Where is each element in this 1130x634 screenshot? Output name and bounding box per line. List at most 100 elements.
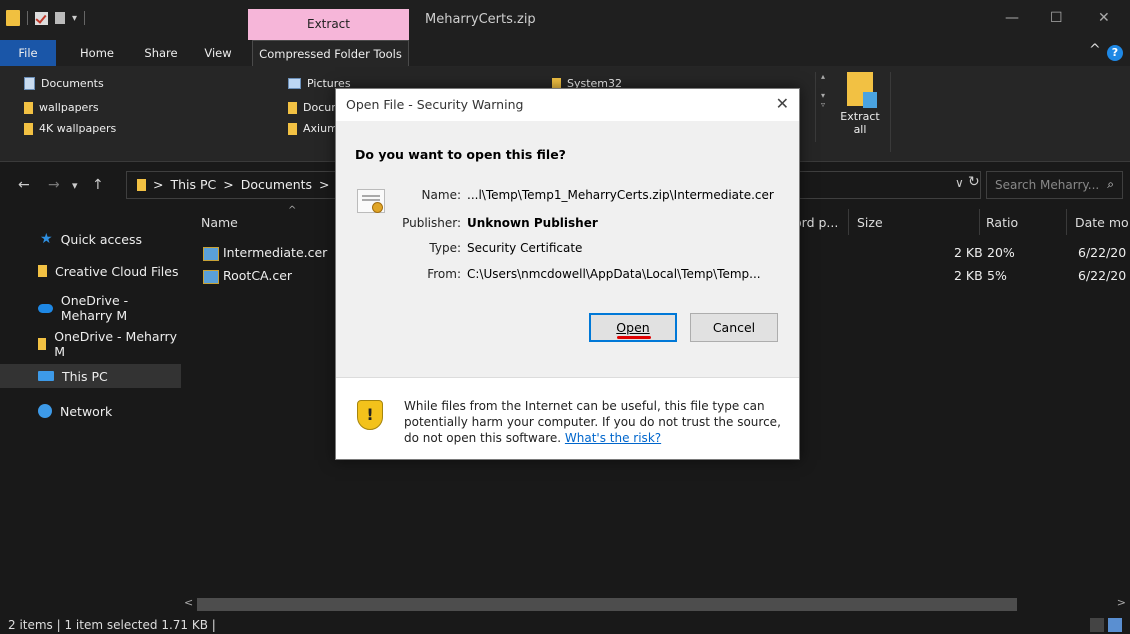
extract-all-label: Extract	[840, 110, 880, 123]
toolbar-divider	[84, 11, 86, 25]
tab-file[interactable]: File	[0, 40, 56, 66]
extract-all-label: all	[853, 123, 867, 136]
tab-share[interactable]: Share	[138, 40, 184, 66]
navigation-pane: ★ Quick access Creative Cloud Files OneD…	[0, 207, 181, 617]
folder-icon	[38, 338, 47, 350]
nav-creative-cloud-files[interactable]: Creative Cloud Files	[0, 259, 181, 283]
column-header-password[interactable]: ord p...	[794, 215, 838, 230]
column-header-date[interactable]: Date mo	[1075, 215, 1129, 230]
ribbon-tabs: File Home Share View Compressed Folder T…	[0, 40, 1130, 66]
nav-quick-access[interactable]: ★ Quick access	[0, 227, 181, 251]
scroll-up-icon[interactable]: ▴	[816, 72, 830, 81]
file-name: RootCA.cer	[223, 268, 293, 283]
horizontal-scrollbar[interactable]: < >	[181, 596, 1130, 613]
name-label: Name:	[421, 188, 461, 202]
back-button[interactable]: ←	[18, 177, 30, 193]
details-view-icon[interactable]	[1090, 618, 1104, 632]
minimize-button[interactable]: —	[1005, 10, 1019, 26]
warning-text: While files from the Internet can be use…	[404, 398, 784, 446]
breadcrumb-documents[interactable]: Documents	[241, 177, 312, 192]
address-dropdown-icon[interactable]: ∨	[955, 176, 964, 190]
nav-item-label: Network	[60, 403, 113, 419]
nav-onedrive-2[interactable]: OneDrive - Meharry M	[0, 329, 181, 359]
dialog-question: Do you want to open this file?	[355, 147, 566, 162]
column-divider[interactable]	[848, 209, 849, 235]
column-divider[interactable]	[979, 209, 980, 235]
ribbon-location-docur[interactable]: Docur	[288, 101, 336, 114]
ribbon-item-label: 4K wallpapers	[39, 122, 117, 135]
ribbon-item-label: Documents	[41, 77, 104, 90]
customize-toolbar-icon[interactable]: ▾	[72, 13, 77, 24]
annotation-underline	[617, 336, 651, 339]
scroll-down-icon[interactable]: ▾	[816, 91, 830, 100]
nav-item-label: Quick access	[60, 231, 143, 247]
ribbon-item-label: Docur	[303, 101, 336, 114]
publisher-label: Publisher:	[402, 216, 461, 230]
type-label: Type:	[429, 241, 461, 255]
cancel-button[interactable]: Cancel	[690, 313, 778, 342]
ribbon-gallery-scroll[interactable]: ▴ ▾ ▿	[815, 72, 830, 142]
forward-button[interactable]: →	[48, 177, 60, 193]
maximize-button[interactable]: ☐	[1050, 10, 1063, 26]
extract-icon	[847, 72, 877, 108]
document-icon	[24, 77, 35, 90]
certificate-icon	[203, 246, 219, 261]
open-button-label: Open	[616, 320, 650, 335]
folder-icon	[38, 265, 47, 277]
new-folder-icon[interactable]	[55, 12, 65, 24]
folder-icon	[24, 101, 33, 114]
star-icon: ★	[40, 231, 53, 247]
nav-item-label: This PC	[62, 368, 108, 384]
computer-icon	[38, 371, 54, 381]
file-ratio: 5%	[987, 268, 1007, 283]
folder-icon	[288, 101, 297, 114]
help-icon[interactable]: ?	[1107, 45, 1123, 61]
search-input[interactable]: Search Meharry... ⌕	[986, 171, 1123, 199]
nav-onedrive-1[interactable]: OneDrive - Meharry M	[0, 293, 181, 323]
column-header-ratio[interactable]: Ratio	[986, 215, 1018, 230]
search-placeholder: Search Meharry...	[995, 178, 1100, 192]
ribbon-location-documents[interactable]: Documents	[24, 77, 104, 90]
dialog-close-button[interactable]: ✕	[776, 94, 789, 113]
breadcrumb-separator: >	[223, 177, 234, 192]
breadcrumb: > This PC > Documents > Dc	[137, 177, 353, 192]
scrollbar-thumb[interactable]	[197, 598, 1017, 611]
type-value: Security Certificate	[467, 241, 583, 255]
view-switcher	[1090, 618, 1122, 632]
warning-shield-icon: !	[357, 400, 383, 430]
tab-view[interactable]: View	[196, 40, 240, 66]
tab-home[interactable]: Home	[72, 40, 122, 66]
nav-network[interactable]: Network	[0, 399, 181, 423]
status-bar: 2 items | 1 item selected 1.71 KB |	[0, 617, 1130, 634]
scroll-right-icon[interactable]: >	[1117, 596, 1126, 609]
onedrive-icon	[38, 303, 53, 313]
publisher-value: Unknown Publisher	[467, 216, 598, 230]
nav-this-pc[interactable]: This PC	[0, 364, 181, 388]
folder-icon	[137, 178, 146, 191]
breadcrumb-this-pc[interactable]: This PC	[170, 177, 216, 192]
extract-all-button[interactable]: Extract all	[838, 72, 882, 152]
ribbon-location-wallpapers[interactable]: wallpapers	[24, 101, 99, 114]
name-value: ...l\Temp\Temp1_MeharryCerts.zip\Interme…	[467, 188, 774, 202]
large-icons-view-icon[interactable]	[1108, 618, 1122, 632]
file-size: 2 KB	[954, 245, 983, 260]
whats-the-risk-link[interactable]: What's the risk?	[565, 431, 661, 445]
properties-icon[interactable]	[35, 11, 48, 25]
ribbon-location-axium[interactable]: Axium	[288, 122, 338, 135]
ribbon-location-4k-wallpapers[interactable]: 4K wallpapers	[24, 122, 116, 135]
scroll-left-icon[interactable]: <	[184, 596, 193, 609]
recent-locations-button[interactable]: ▾	[72, 179, 78, 192]
column-divider[interactable]	[1066, 209, 1067, 235]
more-icon[interactable]: ▿	[816, 100, 830, 109]
column-header-name[interactable]: Name	[201, 215, 238, 230]
column-header-size[interactable]: Size	[857, 215, 883, 230]
collapse-ribbon-icon[interactable]: ^	[1089, 42, 1101, 58]
close-button[interactable]: ✕	[1098, 10, 1110, 26]
refresh-icon[interactable]: ↻	[968, 174, 980, 190]
tab-compressed-folder-tools[interactable]: Compressed Folder Tools	[252, 40, 409, 66]
up-button[interactable]: ↑	[92, 177, 104, 193]
ribbon-item-label: Axium	[303, 122, 338, 135]
window-title: MeharryCerts.zip	[425, 12, 536, 27]
file-size: 2 KB	[954, 268, 983, 283]
file-ratio: 20%	[987, 245, 1015, 260]
